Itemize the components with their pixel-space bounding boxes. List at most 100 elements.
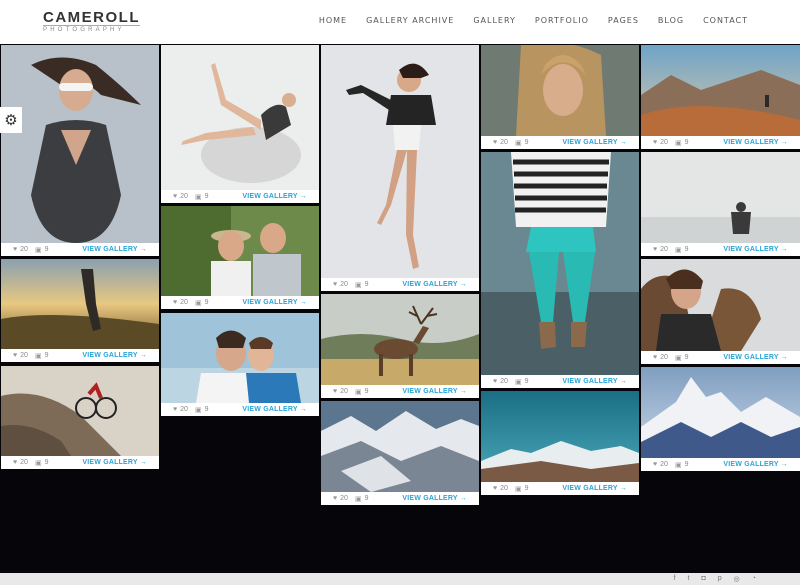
heart-icon[interactable]: ♥ <box>653 354 657 361</box>
gallery-tile[interactable]: ♥ 20 ▣ 9 VIEW GALLERY → <box>641 45 800 149</box>
tile-meta: ♥ 20 ▣ 9 VIEW GALLERY → <box>321 385 479 398</box>
rss-icon[interactable]: ◔ <box>752 575 756 583</box>
image-icon: ▣ <box>674 139 682 147</box>
gallery-tile[interactable]: ♥ 20 ▣ 9 VIEW GALLERY → <box>641 367 800 471</box>
tile-meta: ♥ 20 ▣ 9 VIEW GALLERY → <box>161 190 319 203</box>
heart-icon[interactable]: ♥ <box>13 459 17 466</box>
gallery-tile[interactable]: ♥ 20 ▣ 9 VIEW GALLERY → <box>481 45 639 149</box>
image-count: 9 <box>524 485 529 492</box>
image-count: 9 <box>204 299 209 306</box>
heart-icon[interactable]: ♥ <box>13 352 17 359</box>
gallery-tile[interactable]: ♥ 20 ▣ 9 VIEW GALLERY → <box>321 294 479 398</box>
gallery-photo[interactable] <box>1 45 159 243</box>
image-count: 9 <box>684 246 689 253</box>
gallery-tile[interactable]: ♥ 20 ▣ 9 VIEW GALLERY → <box>1 45 159 256</box>
like-count: 20 <box>20 459 28 466</box>
main-nav: HOME GALLERY ARCHIVE GALLERY PORTFOLIO P… <box>319 16 748 25</box>
gallery-photo[interactable] <box>481 391 639 482</box>
view-gallery-link[interactable]: VIEW GALLERY → <box>402 281 467 288</box>
gallery-tile[interactable]: ♥ 20 ▣ 9 VIEW GALLERY → <box>641 259 800 364</box>
site-logo[interactable]: CAMEROLL PHOTOGRAPHY <box>43 9 140 33</box>
gallery-tile[interactable]: ♥ 20 ▣ 9 VIEW GALLERY → <box>1 259 159 362</box>
view-gallery-link[interactable]: VIEW GALLERY → <box>723 246 788 253</box>
gallery-photo[interactable] <box>321 401 479 492</box>
image-icon: ▣ <box>34 352 42 360</box>
gallery-photo[interactable] <box>321 45 479 278</box>
view-gallery-link[interactable]: VIEW GALLERY → <box>402 388 467 395</box>
heart-icon[interactable]: ♥ <box>653 139 657 146</box>
heart-icon[interactable]: ♥ <box>333 388 337 395</box>
gallery-tile[interactable]: ♥ 20 ▣ 9 VIEW GALLERY → <box>161 45 319 203</box>
instagram-icon[interactable]: ◘ <box>702 575 706 583</box>
nav-contact[interactable]: CONTACT <box>703 16 748 25</box>
view-gallery-link[interactable]: VIEW GALLERY → <box>402 495 467 502</box>
heart-icon[interactable]: ♥ <box>173 406 177 413</box>
heart-icon[interactable]: ♥ <box>493 378 497 385</box>
gallery-photo[interactable] <box>641 152 800 243</box>
gallery-tile[interactable]: ♥ 20 ▣ 9 VIEW GALLERY → <box>321 45 479 291</box>
heart-icon[interactable]: ♥ <box>333 495 337 502</box>
pinterest-icon[interactable]: p <box>718 575 722 583</box>
image-icon: ▣ <box>34 246 42 254</box>
gallery-photo[interactable] <box>1 259 159 349</box>
heart-icon[interactable]: ♥ <box>173 299 177 306</box>
view-gallery-link[interactable]: VIEW GALLERY → <box>82 352 147 359</box>
view-gallery-link[interactable]: VIEW GALLERY → <box>723 139 788 146</box>
gallery-photo[interactable] <box>481 152 639 375</box>
gallery-tile[interactable]: ♥ 20 ▣ 9 VIEW GALLERY → <box>161 206 319 309</box>
heart-icon[interactable]: ♥ <box>333 281 337 288</box>
gallery-photo[interactable] <box>641 367 800 458</box>
gallery-tile[interactable]: ♥ 20 ▣ 9 VIEW GALLERY → <box>161 313 319 416</box>
image-count: 9 <box>204 193 209 200</box>
heart-icon[interactable]: ♥ <box>173 193 177 200</box>
view-gallery-link[interactable]: VIEW GALLERY → <box>242 299 307 306</box>
heart-icon[interactable]: ♥ <box>653 461 657 468</box>
nav-gallery[interactable]: GALLERY <box>473 16 516 25</box>
heart-icon[interactable]: ♥ <box>493 485 497 492</box>
view-gallery-link[interactable]: VIEW GALLERY → <box>562 139 627 146</box>
heart-icon[interactable]: ♥ <box>653 246 657 253</box>
view-gallery-link[interactable]: VIEW GALLERY → <box>723 354 788 361</box>
heart-icon[interactable]: ♥ <box>13 246 17 253</box>
view-gallery-link[interactable]: VIEW GALLERY → <box>242 193 307 200</box>
view-gallery-link[interactable]: VIEW GALLERY → <box>562 378 627 385</box>
nav-gallery-archive[interactable]: GALLERY ARCHIVE <box>366 16 454 25</box>
gallery-photo[interactable] <box>641 259 800 351</box>
like-count: 20 <box>500 139 508 146</box>
like-count: 20 <box>180 193 188 200</box>
settings-gears-icon[interactable]: ⚙ <box>0 107 22 133</box>
heart-icon[interactable]: ♥ <box>493 139 497 146</box>
tile-meta: ♥ 20 ▣ 9 VIEW GALLERY → <box>641 458 800 471</box>
nav-blog[interactable]: BLOG <box>658 16 684 25</box>
nav-home[interactable]: HOME <box>319 16 347 25</box>
view-gallery-link[interactable]: VIEW GALLERY → <box>723 461 788 468</box>
gallery-tile[interactable]: ♥ 20 ▣ 9 VIEW GALLERY → <box>1 366 159 469</box>
image-count: 9 <box>44 246 49 253</box>
gallery-tile[interactable]: ♥ 20 ▣ 9 VIEW GALLERY → <box>641 152 800 256</box>
image-icon: ▣ <box>674 461 682 469</box>
view-gallery-link[interactable]: VIEW GALLERY → <box>242 406 307 413</box>
nav-pages[interactable]: PAGES <box>608 16 639 25</box>
gallery-photo[interactable] <box>641 45 800 136</box>
twitter-icon[interactable]: t <box>688 575 690 583</box>
facebook-icon[interactable]: f <box>674 575 676 583</box>
logo-text: CAMEROLL <box>43 9 140 26</box>
like-count: 20 <box>660 246 668 253</box>
gallery-photo[interactable] <box>321 294 479 385</box>
tile-meta: ♥ 20 ▣ 9 VIEW GALLERY → <box>321 492 479 505</box>
gallery-tile[interactable]: ♥ 20 ▣ 9 VIEW GALLERY → <box>481 152 639 388</box>
image-icon: ▣ <box>514 378 522 386</box>
view-gallery-link[interactable]: VIEW GALLERY → <box>562 485 627 492</box>
gallery-photo[interactable] <box>161 45 319 190</box>
gallery-tile[interactable]: ♥ 20 ▣ 9 VIEW GALLERY → <box>321 401 479 505</box>
gallery-photo[interactable] <box>481 45 639 136</box>
dribbble-icon[interactable]: ◎ <box>734 575 740 583</box>
gallery-tile[interactable]: ♥ 20 ▣ 9 VIEW GALLERY → <box>481 391 639 495</box>
gallery-photo[interactable] <box>161 206 319 296</box>
gallery-photo[interactable] <box>161 313 319 403</box>
image-icon: ▣ <box>34 459 42 467</box>
view-gallery-link[interactable]: VIEW GALLERY → <box>82 459 147 466</box>
nav-portfolio[interactable]: PORTFOLIO <box>535 16 589 25</box>
view-gallery-link[interactable]: VIEW GALLERY → <box>82 246 147 253</box>
gallery-photo[interactable] <box>1 366 159 456</box>
